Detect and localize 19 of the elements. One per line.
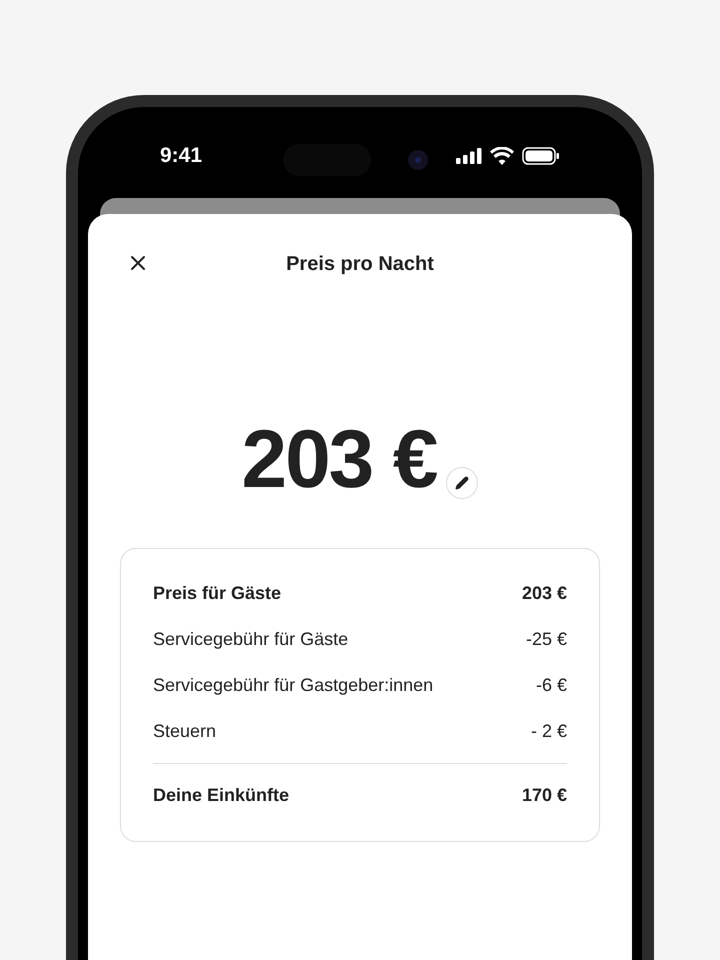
battery-icon: [522, 146, 560, 164]
pencil-icon: [455, 476, 470, 490]
line-item-label: Preis für Gäste: [153, 582, 282, 605]
camera-icon: [408, 150, 428, 170]
line-item-label: Servicegebühr für Gastgeber:innen: [153, 674, 434, 697]
signal-icon: [456, 148, 482, 164]
line-item-label: Steuern: [153, 720, 216, 743]
price-value: 203 €: [242, 419, 436, 501]
line-item-amount: 170 €: [522, 784, 567, 807]
line-item-amount: -25 €: [526, 628, 567, 651]
wifi-icon: [490, 146, 514, 164]
line-item-amount: -6 €: [536, 674, 567, 697]
line-item-amount: 203 €: [522, 582, 567, 605]
sheet-title: Preis pro Nacht: [286, 252, 434, 277]
line-item-label: Deine Einkünfte: [153, 784, 290, 807]
line-item-amount: - 2 €: [530, 720, 567, 743]
line-item-label: Servicegebühr für Gäste: [153, 628, 348, 651]
status-time: 9:41: [160, 142, 202, 169]
edit-button[interactable]: [446, 467, 478, 499]
